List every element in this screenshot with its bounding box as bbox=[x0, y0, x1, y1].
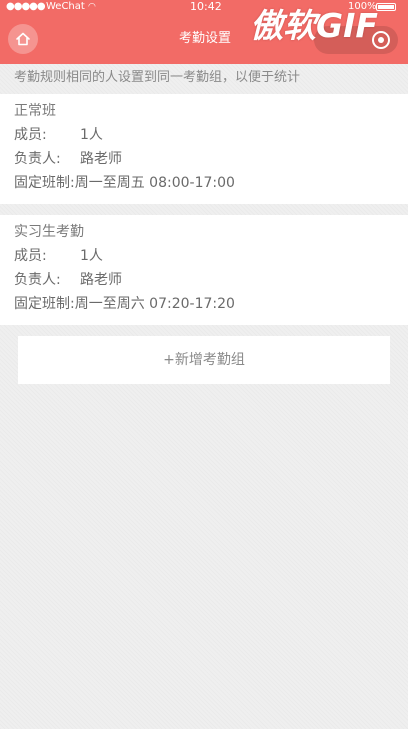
member-row: 成员: 1人 bbox=[14, 126, 103, 144]
owner-value: 路老师 bbox=[80, 151, 122, 167]
schedule-label: 固定班制: bbox=[14, 296, 75, 312]
signal-icon: ●●●●● bbox=[6, 1, 46, 12]
owner-label: 负责人: bbox=[14, 151, 61, 167]
owner-label: 负责人: bbox=[14, 272, 61, 288]
schedule-label: 固定班制: bbox=[14, 175, 75, 191]
member-label: 成员: bbox=[14, 248, 47, 264]
add-attendance-group-button[interactable]: +新增考勤组 bbox=[18, 336, 390, 384]
battery-icon bbox=[376, 3, 396, 11]
member-row: 成员: 1人 bbox=[14, 247, 103, 265]
wifi-icon: ◠ bbox=[88, 2, 96, 12]
status-time: 10:42 bbox=[190, 0, 222, 13]
carrier-label: WeChat bbox=[46, 1, 85, 12]
tip-text: 考勤规则相同的人设置到同一考勤组，以便于统计 bbox=[14, 70, 301, 85]
schedule-value: 周一至周五 08:00-17:00 bbox=[74, 175, 235, 191]
schedule-row: 固定班制:周一至周五 08:00-17:00 bbox=[14, 174, 235, 192]
member-value: 1人 bbox=[80, 248, 103, 264]
attendance-group-card[interactable]: 正常班 成员: 1人 负责人: 路老师 固定班制:周一至周五 08:00-17:00 bbox=[0, 94, 408, 204]
member-label: 成员: bbox=[14, 127, 47, 143]
member-value: 1人 bbox=[80, 127, 103, 143]
owner-row: 负责人: 路老师 bbox=[14, 150, 122, 168]
schedule-row: 固定班制:周一至周六 07:20-17:20 bbox=[14, 295, 235, 313]
watermark-logo: 傲软GIF bbox=[250, 6, 378, 45]
page-title: 考勤设置 bbox=[178, 31, 231, 46]
attendance-group-card[interactable]: 实习生考勤 成员: 1人 负责人: 路老师 固定班制:周一至周六 07:20-17:… bbox=[0, 215, 408, 325]
home-icon bbox=[16, 32, 30, 46]
owner-row: 负责人: 路老师 bbox=[14, 271, 122, 289]
owner-value: 路老师 bbox=[80, 272, 122, 288]
nav-header: ●●●●● WeChat ◠ 10:42 100% 考勤设置 傲软GIF bbox=[0, 0, 408, 64]
home-button[interactable] bbox=[8, 24, 38, 54]
group-name: 实习生考勤 bbox=[14, 224, 84, 240]
group-name: 正常班 bbox=[14, 103, 56, 119]
schedule-value: 周一至周六 07:20-17:20 bbox=[74, 296, 235, 312]
